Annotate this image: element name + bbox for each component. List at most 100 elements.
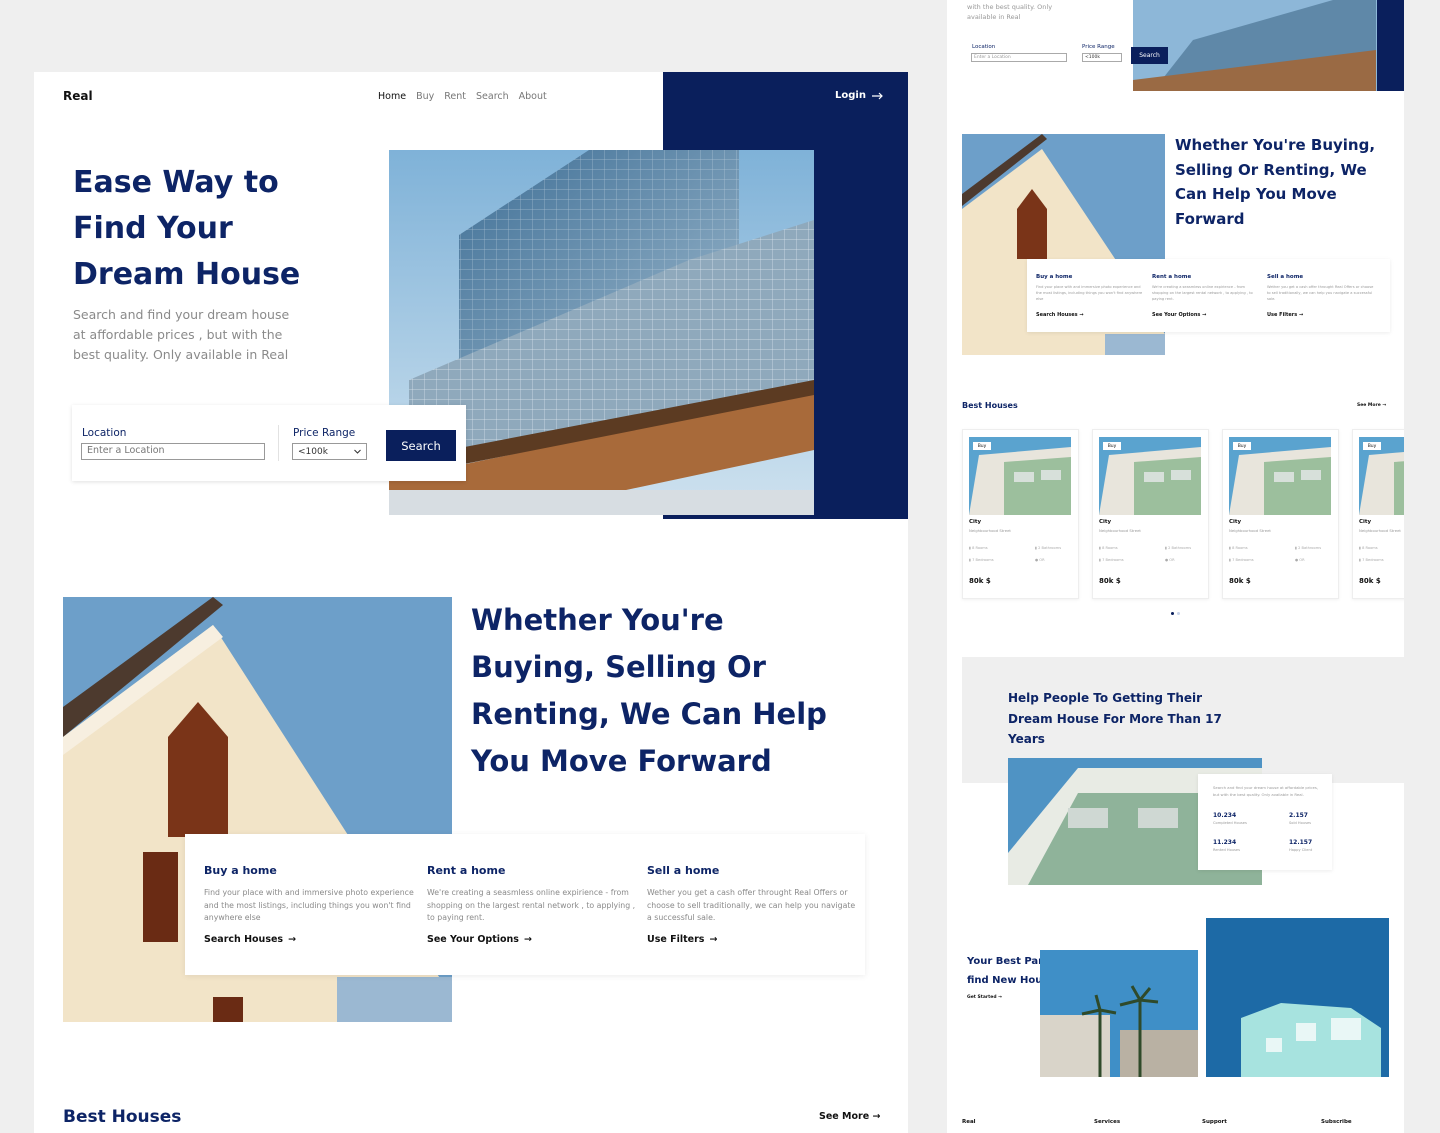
- price-range-value: <100k: [298, 446, 328, 457]
- login-button[interactable]: Login: [835, 90, 884, 101]
- nav-buy[interactable]: Buy: [416, 91, 434, 102]
- card-city: City: [1099, 519, 1112, 525]
- location-input[interactable]: Enter a Location: [81, 443, 265, 460]
- link-label: See Your Options: [427, 934, 519, 945]
- footer-brand[interactable]: Real: [962, 1119, 976, 1125]
- arrow-right-icon: →: [872, 1111, 881, 1122]
- price-range-label: Price Range: [293, 427, 356, 439]
- card-beds: ▮ 7 Bedrooms: [969, 558, 994, 562]
- see-options-link[interactable]: See Your Options →: [1152, 312, 1262, 318]
- arrow-right-icon: [871, 92, 883, 99]
- best-houses-title: Best Houses: [962, 401, 1018, 410]
- link-label: Search Houses: [204, 934, 284, 945]
- location-input[interactable]: Enter a Location: [971, 53, 1067, 62]
- card-beds: ▮ 7 Bedrooms: [1229, 558, 1254, 562]
- service-title: Rent a home: [427, 864, 506, 877]
- nav-rent[interactable]: Rent: [444, 91, 466, 102]
- stats-description: Search and find your dream house at affo…: [1213, 785, 1319, 797]
- divider: [278, 425, 279, 461]
- meta-value: 8 Rooms: [1232, 546, 1248, 550]
- nav-search[interactable]: Search: [476, 91, 509, 102]
- see-more-link[interactable]: See More →: [1357, 403, 1386, 408]
- stat-value: 10.234: [1213, 812, 1237, 819]
- price-range-select[interactable]: <100k: [1082, 53, 1122, 62]
- stats-card: Search and find your dream house at affo…: [1198, 774, 1332, 870]
- link-label: Get Started: [967, 995, 997, 1000]
- stat-label: Rented Houses: [1213, 848, 1241, 852]
- service-text: Wether you get a cash offer throught Rea…: [647, 888, 856, 922]
- house-card[interactable]: BuyCityNeighbourhood Street▮ 8 Rooms▮ 2 …: [1222, 429, 1339, 599]
- card-baths: ▮ 2 Bathrooms: [1295, 546, 1322, 550]
- login-label: Login: [835, 90, 866, 101]
- service-buy: Buy a home Find your place with and immer…: [1036, 274, 1146, 318]
- nav-about[interactable]: About: [519, 91, 547, 102]
- carousel-dot[interactable]: [1177, 612, 1180, 615]
- hero-title-line: Find Your: [73, 211, 233, 246]
- service-title: Buy a home: [1036, 274, 1073, 280]
- meta-value: 7 Bedrooms: [1362, 558, 1384, 562]
- search-button[interactable]: Search: [1131, 47, 1168, 64]
- brand-logo[interactable]: Real: [63, 89, 93, 103]
- footer-support[interactable]: Support: [1202, 1119, 1227, 1125]
- service-title: Buy a home: [204, 864, 277, 877]
- link-label: Search Houses: [1036, 312, 1078, 318]
- card-baths: ▮ 2 Bathrooms: [1165, 546, 1192, 550]
- card-street: Neighbourhood Street: [1099, 528, 1141, 533]
- footer-subscribe[interactable]: Subscribe: [1321, 1119, 1352, 1125]
- card-location: ● OR: [1295, 558, 1305, 562]
- stat-value: 11.234: [1213, 839, 1237, 846]
- buy-tag: Buy: [1103, 442, 1121, 450]
- house-card[interactable]: BuyCityNeighbourhood Street▮ 8 Rooms▮ 2 …: [1092, 429, 1209, 599]
- card-location: ● OR: [1165, 558, 1175, 562]
- hero-title: Ease Way to Find Your Dream House: [73, 160, 373, 298]
- meta-value: 2 Bathrooms: [1298, 546, 1322, 550]
- service-text: Wether you get a cash offer throught Rea…: [1267, 285, 1374, 301]
- card-city: City: [1229, 519, 1242, 525]
- price-range-select[interactable]: <100k: [292, 443, 367, 460]
- hero-building-image: [1133, 0, 1404, 91]
- card-price: 80k $: [1359, 577, 1381, 585]
- house-card[interactable]: BuyCityNeighbourhood Street▮ 8 Rooms▮ 2 …: [1352, 429, 1404, 599]
- nav-home[interactable]: Home: [378, 91, 406, 102]
- search-button[interactable]: Search: [386, 430, 456, 461]
- preview-page: with the best quality. Only available in…: [947, 0, 1404, 1133]
- stat-label: Completed Houses: [1213, 821, 1247, 825]
- price-range-label: Price Range: [1082, 44, 1115, 50]
- stat-label: Happy Client: [1289, 848, 1313, 852]
- footer-services[interactable]: Services: [1094, 1119, 1120, 1125]
- use-filters-link[interactable]: Use Filters →: [1267, 312, 1377, 318]
- buy-tag: Buy: [1363, 442, 1381, 450]
- hero-description: with the best quality. Only available in…: [967, 3, 1053, 21]
- service-rent: Rent a home We're creating a seasmless on…: [1152, 274, 1262, 318]
- hero-navy-panel: [1377, 0, 1404, 91]
- see-more-link[interactable]: See More →: [819, 1111, 880, 1122]
- link-label: Use Filters: [647, 934, 705, 945]
- get-started-link[interactable]: Get Started →: [967, 995, 1002, 1000]
- stat-value: 12.157: [1289, 839, 1313, 846]
- service-title: Rent a home: [1152, 274, 1192, 280]
- link-label: See More: [1357, 403, 1381, 408]
- location-label: Location: [82, 427, 127, 439]
- card-street: Neighbourhood Street: [969, 528, 1011, 533]
- service-title: Sell a home: [1267, 274, 1304, 280]
- carousel-dot[interactable]: [1171, 612, 1174, 615]
- search-houses-link[interactable]: Search Houses →: [1036, 312, 1146, 318]
- use-filters-link[interactable]: Use Filters →: [647, 934, 857, 945]
- search-card: Location Enter a Location Price Range <1…: [72, 405, 466, 481]
- palm-house-image: [1040, 950, 1198, 1077]
- arrow-right-icon: →: [288, 934, 297, 945]
- stat-label: Sold Houses: [1289, 821, 1312, 825]
- card-street: Neighbourhood Street: [1229, 528, 1271, 533]
- card-beds: ▮ 7 Bedrooms: [1099, 558, 1124, 562]
- service-buy: Buy a home Find your place with and imme…: [204, 864, 414, 945]
- teal-building-image: [1206, 918, 1389, 1077]
- meta-value: 7 Bedrooms: [1232, 558, 1254, 562]
- section-title: Whether You're Buying, Selling Or Rentin…: [471, 603, 827, 778]
- house-card[interactable]: BuyCityNeighbourhood Street▮ 8 Rooms▮ 2 …: [962, 429, 1079, 599]
- see-options-link[interactable]: See Your Options →: [427, 934, 637, 945]
- search-houses-link[interactable]: Search Houses →: [204, 934, 414, 945]
- meta-value: 8 Rooms: [1102, 546, 1118, 550]
- chevron-down-icon: [354, 449, 361, 454]
- stat-sold: 2.157 Sold Houses: [1289, 812, 1311, 825]
- meta-value: 8 Rooms: [1362, 546, 1378, 550]
